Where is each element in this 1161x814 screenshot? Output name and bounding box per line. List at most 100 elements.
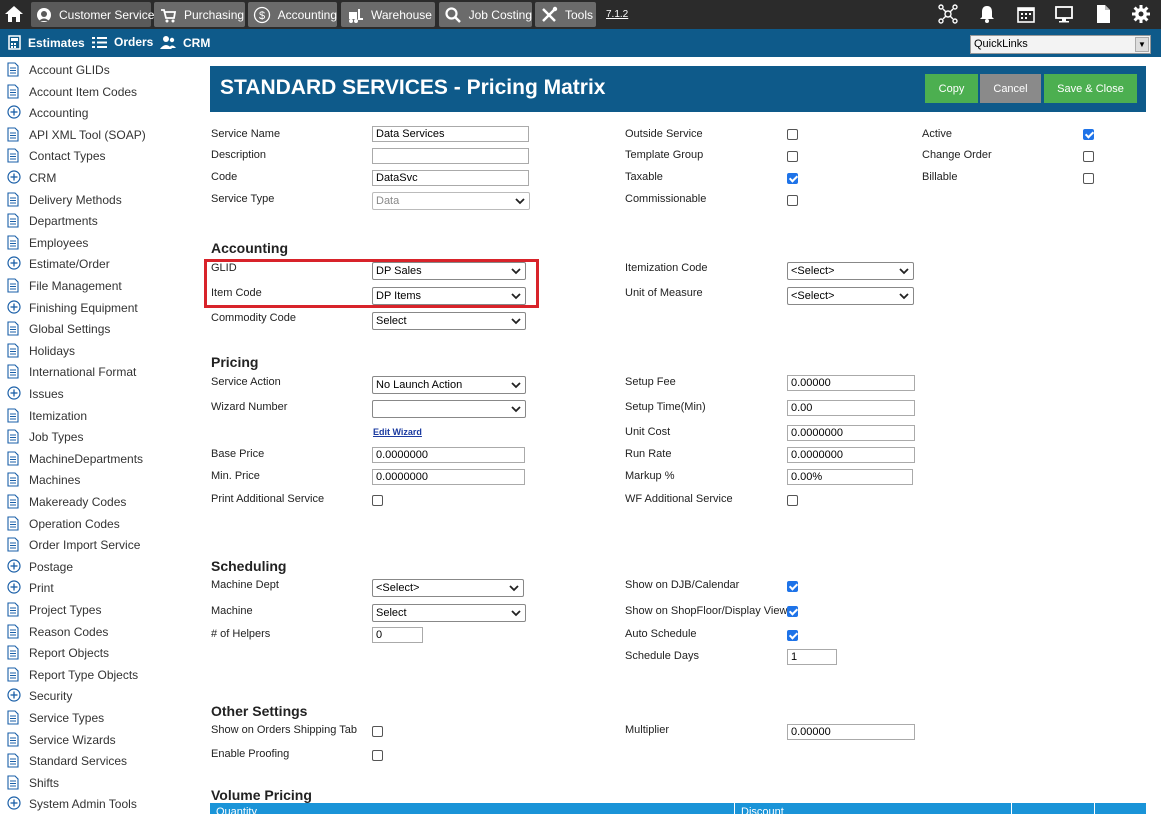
module-customer-service[interactable]: Customer Service bbox=[31, 2, 154, 27]
sidebar-item-print[interactable]: Print bbox=[7, 578, 54, 598]
sidebar-item-label: Delivery Methods bbox=[29, 192, 122, 207]
sidebar-item-service-types[interactable]: Service Types bbox=[7, 708, 104, 728]
calendar-icon[interactable] bbox=[1015, 3, 1037, 25]
show-djb-checkbox[interactable] bbox=[787, 581, 798, 592]
edit-wizard-link[interactable]: Edit Wizard bbox=[373, 427, 422, 437]
sidebar-item-crm[interactable]: CRM bbox=[7, 168, 56, 188]
sidebar-item-machines[interactable]: Machines bbox=[7, 470, 80, 490]
helpers-label: # of Helpers bbox=[211, 628, 271, 640]
sidebar-item-employees[interactable]: Employees bbox=[7, 233, 88, 253]
helpers-input[interactable]: 0 bbox=[372, 627, 423, 643]
sidebar-item-international-format[interactable]: International Format bbox=[7, 362, 136, 382]
subnav-orders[interactable]: Orders bbox=[92, 35, 153, 49]
sidebar-item-order-import-service[interactable]: Order Import Service bbox=[7, 535, 140, 555]
gear-icon[interactable] bbox=[1130, 3, 1152, 25]
sidebar-item-project-types[interactable]: Project Types bbox=[7, 600, 101, 620]
outside-service-checkbox[interactable] bbox=[787, 129, 798, 140]
sidebar-item-issues[interactable]: Issues bbox=[7, 384, 64, 404]
sidebar-item-file-management[interactable]: File Management bbox=[7, 276, 122, 296]
col-quantity[interactable]: Quantity bbox=[216, 806, 257, 814]
machine-select[interactable]: Select bbox=[372, 604, 526, 622]
sidebar-item-account-item-codes[interactable]: Account Item Codes bbox=[7, 82, 137, 102]
unit-cost-input[interactable]: 0.0000000 bbox=[787, 425, 915, 441]
quicklinks-select[interactable]: QuickLinks ▼ bbox=[970, 35, 1151, 54]
auto-schedule-checkbox[interactable] bbox=[787, 630, 798, 641]
commodity-code-select[interactable]: Select bbox=[372, 312, 526, 330]
markup-input[interactable]: 0.00% bbox=[787, 469, 913, 485]
sidebar-item-api-xml-tool-soap[interactable]: API XML Tool (SOAP) bbox=[7, 125, 146, 145]
service-action-select[interactable]: No Launch Action bbox=[372, 376, 526, 394]
sidebar-item-reason-codes[interactable]: Reason Codes bbox=[7, 622, 108, 642]
copy-button[interactable]: Copy bbox=[925, 74, 978, 103]
schedule-days-input[interactable]: 1 bbox=[787, 649, 837, 665]
itemization-code-select[interactable]: <Select> bbox=[787, 262, 914, 280]
col-discount[interactable]: Discount bbox=[741, 806, 784, 814]
sidebar-item-makeready-codes[interactable]: Makeready Codes bbox=[7, 492, 126, 512]
template-group-checkbox[interactable] bbox=[787, 151, 798, 162]
module-tools[interactable]: Tools bbox=[535, 2, 596, 27]
network-icon[interactable] bbox=[937, 3, 959, 25]
taxable-checkbox[interactable] bbox=[787, 173, 798, 184]
sidebar-item-estimate-order[interactable]: Estimate/Order bbox=[7, 254, 110, 274]
machine-dept-select[interactable]: <Select> bbox=[372, 579, 524, 597]
enable-proofing-checkbox[interactable] bbox=[372, 750, 383, 761]
sidebar-item-label: API XML Tool (SOAP) bbox=[29, 127, 146, 142]
module-purchasing[interactable]: Purchasing bbox=[154, 2, 245, 27]
version-link[interactable]: 7.1.2 bbox=[606, 9, 628, 20]
subnav-crm[interactable]: CRM bbox=[160, 35, 210, 50]
wizard-number-select[interactable] bbox=[372, 400, 526, 418]
setup-time-input[interactable]: 0.00 bbox=[787, 400, 915, 416]
show-shopfloor-checkbox[interactable] bbox=[787, 606, 798, 617]
code-input[interactable]: DataSvc bbox=[372, 170, 529, 186]
sidebar-item-account-glids[interactable]: Account GLIDs bbox=[7, 60, 110, 80]
setup-fee-input[interactable]: 0.00000 bbox=[787, 375, 915, 391]
sidebar-item-holidays[interactable]: Holidays bbox=[7, 341, 75, 361]
document-icon bbox=[7, 127, 21, 143]
bell-icon[interactable] bbox=[976, 3, 998, 25]
unit-of-measure-select[interactable]: <Select> bbox=[787, 287, 914, 305]
sidebar-item-contact-types[interactable]: Contact Types bbox=[7, 146, 106, 166]
monitor-icon[interactable] bbox=[1053, 3, 1075, 25]
document-icon[interactable] bbox=[1092, 3, 1114, 25]
run-rate-input[interactable]: 0.0000000 bbox=[787, 447, 915, 463]
sidebar-item-machinedepartments[interactable]: MachineDepartments bbox=[7, 449, 143, 469]
sidebar-item-departments[interactable]: Departments bbox=[7, 211, 98, 231]
sidebar-item-service-wizards[interactable]: Service Wizards bbox=[7, 730, 116, 750]
sidebar-item-shifts[interactable]: Shifts bbox=[7, 773, 59, 793]
sidebar-item-delivery-methods[interactable]: Delivery Methods bbox=[7, 190, 122, 210]
cancel-button[interactable]: Cancel bbox=[980, 74, 1041, 103]
module-accounting[interactable]: $ Accounting bbox=[248, 2, 337, 27]
sidebar-item-itemization[interactable]: Itemization bbox=[7, 406, 87, 426]
change-order-checkbox[interactable] bbox=[1083, 151, 1094, 162]
sidebar-item-standard-services[interactable]: Standard Services bbox=[7, 751, 127, 771]
sidebar-item-security[interactable]: Security bbox=[7, 686, 72, 706]
show-shipping-checkbox[interactable] bbox=[372, 726, 383, 737]
base-price-input[interactable]: 0.0000000 bbox=[372, 447, 525, 463]
billable-checkbox[interactable] bbox=[1083, 173, 1094, 184]
commissionable-checkbox[interactable] bbox=[787, 195, 798, 206]
description-input[interactable] bbox=[372, 148, 529, 164]
sidebar-item-finishing-equipment[interactable]: Finishing Equipment bbox=[7, 298, 138, 318]
sidebar-item-report-objects[interactable]: Report Objects bbox=[7, 643, 109, 663]
sidebar-item-global-settings[interactable]: Global Settings bbox=[7, 319, 110, 339]
sidebar-item-system-admin-tools[interactable]: System Admin Tools bbox=[7, 794, 137, 814]
subnav-estimates[interactable]: Estimates bbox=[8, 35, 85, 50]
sidebar-item-postage[interactable]: Postage bbox=[7, 557, 73, 577]
multiplier-input[interactable]: 0.00000 bbox=[787, 724, 915, 740]
save-close-button[interactable]: Save & Close bbox=[1044, 74, 1137, 103]
wf-additional-checkbox[interactable] bbox=[787, 495, 798, 506]
active-checkbox[interactable] bbox=[1083, 129, 1094, 140]
module-job-costing[interactable]: Job Costing bbox=[439, 2, 532, 27]
sidebar-item-operation-codes[interactable]: Operation Codes bbox=[7, 514, 120, 534]
print-additional-checkbox[interactable] bbox=[372, 495, 383, 506]
service-name-input[interactable]: Data Services bbox=[372, 126, 529, 142]
contacts-icon bbox=[160, 36, 176, 49]
sidebar-item-report-type-objects[interactable]: Report Type Objects bbox=[7, 665, 138, 685]
sidebar-item-accounting[interactable]: Accounting bbox=[7, 103, 88, 123]
volume-pricing-section-title: Volume Pricing bbox=[211, 787, 312, 803]
module-warehouse[interactable]: Warehouse bbox=[341, 2, 435, 27]
service-type-select[interactable]: Data bbox=[372, 192, 530, 210]
min-price-input[interactable]: 0.0000000 bbox=[372, 469, 525, 485]
sidebar-item-job-types[interactable]: Job Types bbox=[7, 427, 83, 447]
home-icon[interactable] bbox=[3, 3, 25, 25]
